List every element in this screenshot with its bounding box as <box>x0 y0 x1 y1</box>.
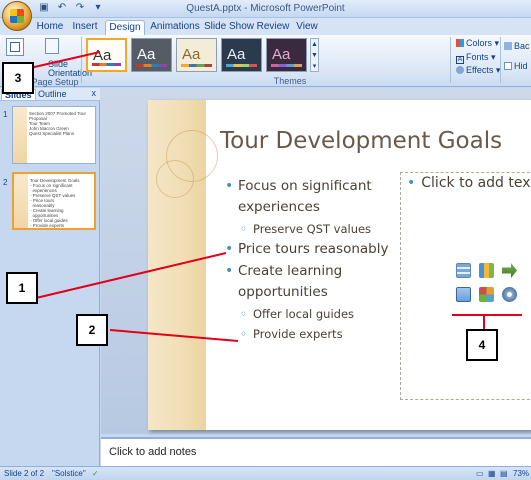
theme-color-bar <box>136 64 167 67</box>
sub-bullet-item: Provide experts <box>225 324 395 344</box>
slide-count: Slide 2 of 2 <box>4 469 45 478</box>
fonts-icon: A <box>456 56 464 64</box>
checkbox-icon <box>504 62 512 70</box>
tab-review[interactable]: Review <box>256 20 290 35</box>
themes-scroll[interactable]: ▲ ▼ ▾ <box>310 38 319 72</box>
content-placeholder[interactable]: Click to add text <box>400 172 531 400</box>
colors-icon <box>456 39 464 47</box>
background-styles-button[interactable]: Bac <box>504 41 530 51</box>
background-styles-icon <box>504 42 512 50</box>
theme-office[interactable]: Aa <box>86 38 127 72</box>
slide-orientation-icon <box>45 38 59 54</box>
theme-thumb-label: Aa <box>272 46 291 63</box>
ribbon-tabs: Home Insert Design Animations Slide Show… <box>0 18 531 35</box>
insert-chart-icon[interactable] <box>479 263 494 278</box>
callout-2: 2 <box>76 314 108 346</box>
slide-thumbnail-2[interactable]: Tour Development Goals - Focus on signif… <box>12 172 96 230</box>
thumb-strip <box>13 107 27 163</box>
page-setup-group-label: Page Setup <box>31 77 79 87</box>
window-title: QuestA.pptx - Microsoft PowerPoint <box>186 3 345 14</box>
slide-number: 1 <box>3 110 8 119</box>
fonts-label: Fonts <box>466 52 489 62</box>
colors-label: Colors <box>466 38 493 48</box>
office-logo-icon <box>10 9 24 23</box>
hide-label: Hid <box>514 61 528 71</box>
tab-outline[interactable]: Outline <box>38 89 67 99</box>
ribbon: Slide Orientation Page Setup Aa Aa Aa Aa… <box>0 35 531 87</box>
hide-background-checkbox[interactable]: Hid <box>504 61 528 71</box>
theme-effects-button[interactable]: Effects ▾ <box>456 65 500 76</box>
theme-navy[interactable]: Aa <box>221 38 262 72</box>
theme-thumb-label: Aa <box>182 46 201 63</box>
theme-name: "Solstice" <box>52 469 86 478</box>
insert-picture-icon[interactable] <box>456 287 471 302</box>
slide-orientation-label: Slide Orientation <box>48 59 93 78</box>
office-button[interactable] <box>2 1 32 31</box>
close-pane-icon[interactable]: x <box>92 88 97 98</box>
tab-animations[interactable]: Animations <box>149 20 201 35</box>
tab-insert[interactable]: Insert <box>68 20 102 35</box>
insert-smartart-icon[interactable] <box>502 263 517 278</box>
group-separator <box>450 37 451 83</box>
sub-bullet-item: Preserve QST values <box>225 219 395 239</box>
slide-number: 2 <box>3 178 8 187</box>
group-separator <box>81 37 82 83</box>
callout-1: 1 <box>6 272 38 304</box>
normal-view-icon[interactable]: ▭ <box>476 469 484 478</box>
theme-color-bar <box>226 64 257 67</box>
thumb-text: Tour Development Goals - Focus on signif… <box>30 178 80 228</box>
slide-sorter-icon[interactable]: ▦ <box>488 469 496 478</box>
slide-decoration <box>148 100 218 430</box>
title-bar: ▣ ↶ ↷ ▾ QuestA.pptx - Microsoft PowerPoi… <box>0 0 531 31</box>
slide-show-icon[interactable]: ▤ <box>500 469 508 478</box>
theme-colors-button[interactable]: Colors ▾ <box>456 38 499 49</box>
status-bar: Slide 2 of 2 "Solstice" ✓ ▭ ▦ ▤ 73% <box>0 466 531 480</box>
insert-table-icon[interactable] <box>456 263 471 278</box>
tab-design[interactable]: Design <box>105 20 145 35</box>
zoom-level[interactable]: 73% <box>513 469 529 478</box>
themes-group-label: Themes <box>273 76 307 86</box>
bullet-item: Price tours reasonably <box>225 239 395 260</box>
group-separator <box>500 37 501 83</box>
background-label: Bac <box>514 41 530 51</box>
placeholder-text: Click to add text <box>407 175 531 191</box>
theme-fonts-button[interactable]: A Fonts ▾ <box>456 52 496 64</box>
slide-title[interactable]: Tour Development Goals <box>220 128 502 154</box>
effects-icon <box>456 66 464 74</box>
slide-orientation-button[interactable] <box>42 38 64 56</box>
theme-thumb-label: Aa <box>137 46 156 63</box>
page-setup-icon <box>10 42 20 52</box>
theme-thumb-label: Aa <box>227 46 246 63</box>
theme-purple[interactable]: Aa <box>266 38 307 72</box>
theme-solstice[interactable]: Aa <box>176 38 217 72</box>
spellcheck-icon[interactable]: ✓ <box>92 469 99 478</box>
notes-pane[interactable]: Click to add notes <box>101 437 531 466</box>
tab-view[interactable]: View <box>293 20 321 35</box>
insert-media-icon[interactable] <box>502 287 517 302</box>
bullet-item: Focus on significant experiences <box>225 176 395 218</box>
callout-3: 3 <box>2 62 34 94</box>
theme-color-bar <box>271 64 302 67</box>
thumb-text: Section 2007 Promoted Tour Proposal Tour… <box>29 111 86 136</box>
insert-clipart-icon[interactable] <box>479 287 494 302</box>
theme-color-bar <box>92 63 121 66</box>
effects-label: Effects <box>466 65 494 75</box>
notes-placeholder: Click to add notes <box>109 446 197 458</box>
bullet-item: Create learning opportunities <box>225 261 395 303</box>
theme-dark[interactable]: Aa <box>131 38 172 72</box>
callout-4: 4 <box>466 329 498 361</box>
page-setup-button[interactable] <box>6 38 24 56</box>
slide-thumbnail-1[interactable]: Section 2007 Promoted Tour Proposal Tour… <box>12 106 96 164</box>
theme-thumb-label: Aa <box>93 47 112 64</box>
tab-slide-show[interactable]: Slide Show <box>203 20 255 35</box>
thumb-strip <box>14 174 28 228</box>
tab-home[interactable]: Home <box>34 20 66 35</box>
theme-color-bar <box>181 64 212 67</box>
sub-bullet-item: Offer local guides <box>225 304 395 324</box>
placeholder-icons <box>456 263 524 307</box>
bullet-list[interactable]: Focus on significant experiences Preserv… <box>225 176 395 344</box>
slide-canvas[interactable]: Tour Development Goals Focus on signific… <box>148 100 531 430</box>
